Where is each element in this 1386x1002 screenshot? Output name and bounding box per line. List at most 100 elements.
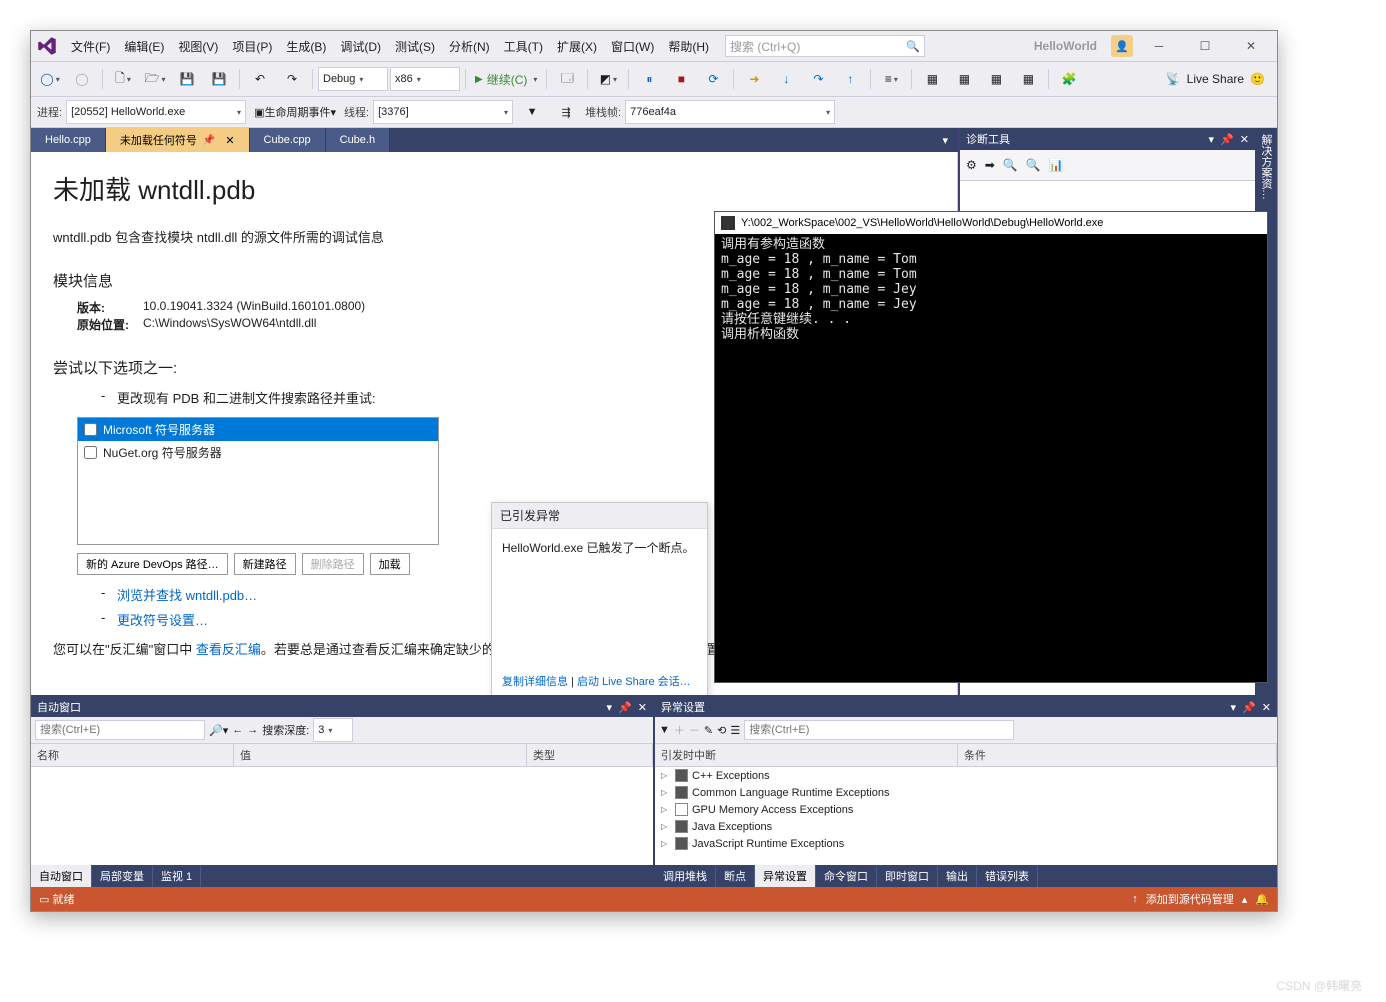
pin-icon[interactable]: 📌 bbox=[618, 701, 632, 714]
exception-category-row[interactable]: ▷JavaScript Runtime Exceptions bbox=[655, 835, 1277, 852]
step-over-button[interactable]: ↷ bbox=[803, 67, 833, 91]
step-out-button[interactable]: ↑ bbox=[835, 67, 865, 91]
search-depth-combo[interactable]: 3 bbox=[313, 718, 353, 742]
menu-project[interactable]: 项目(P) bbox=[226, 35, 278, 58]
notifications-icon[interactable]: 🔔 bbox=[1255, 893, 1269, 906]
copy-details-link[interactable]: 复制详细信息 bbox=[502, 676, 568, 688]
chart-icon[interactable]: 📊 bbox=[1049, 158, 1064, 172]
load-button[interactable]: 加载 bbox=[370, 553, 410, 575]
pin-icon[interactable]: 📌 bbox=[1242, 701, 1256, 714]
tool-button[interactable]: 🗔 bbox=[552, 67, 582, 91]
pause-button[interactable]: ⏸ bbox=[634, 67, 664, 91]
menu-test[interactable]: 测试(S) bbox=[389, 35, 441, 58]
nav-next-icon[interactable]: → bbox=[247, 724, 258, 736]
gear-icon[interactable]: ⚙ bbox=[966, 158, 977, 172]
list-icon[interactable]: ☰ bbox=[730, 724, 740, 737]
configuration-combo[interactable]: Debug bbox=[318, 67, 388, 91]
tab-error-list[interactable]: 错误列表 bbox=[977, 865, 1038, 887]
nav-prev-icon[interactable]: ← bbox=[232, 724, 243, 736]
tool-button[interactable]: ▦ bbox=[917, 67, 947, 91]
stop-button[interactable]: ■ bbox=[666, 67, 696, 91]
tab-exception-settings[interactable]: 异常设置 bbox=[755, 865, 816, 887]
close-icon[interactable]: ✕ bbox=[225, 134, 234, 147]
tab-immediate[interactable]: 即时窗口 bbox=[877, 865, 938, 887]
menu-debug[interactable]: 调试(D) bbox=[334, 35, 387, 58]
tool-button[interactable]: ▦ bbox=[981, 67, 1011, 91]
col-type[interactable]: 类型 bbox=[527, 744, 653, 766]
restore-icon[interactable]: ⟲ bbox=[717, 724, 726, 737]
checkbox[interactable] bbox=[84, 423, 97, 436]
tab-autos[interactable]: 自动窗口 bbox=[31, 865, 92, 887]
step-into-button[interactable]: ↓ bbox=[771, 67, 801, 91]
new-ado-path-button[interactable]: 新的 Azure DevOps 路径… bbox=[77, 553, 228, 575]
start-live-share-link[interactable]: 启动 Live Share 会话… bbox=[577, 676, 691, 688]
menu-extensions[interactable]: 扩展(X) bbox=[551, 35, 603, 58]
tab-command-window[interactable]: 命令窗口 bbox=[816, 865, 877, 887]
lifecycle-events-button[interactable]: ▣ 生命周期事件 ▾ bbox=[250, 100, 340, 124]
thread-combo[interactable]: [3376] bbox=[373, 100, 513, 124]
forward-button[interactable]: ◯ bbox=[67, 67, 97, 91]
zoom-in-icon[interactable]: 🔍 bbox=[1003, 158, 1018, 172]
arrow-icon[interactable]: ➡ bbox=[985, 158, 995, 172]
minimize-button[interactable]: ─ bbox=[1139, 31, 1179, 61]
save-button[interactable]: 💾 bbox=[172, 67, 202, 91]
tab-no-symbols[interactable]: 未加载任何符号📌✕ bbox=[106, 128, 250, 152]
tab-hello-cpp[interactable]: Hello.cpp bbox=[31, 128, 106, 152]
console-title-bar[interactable]: Y:\002_WorkSpace\002_VS\HelloWorld\Hello… bbox=[715, 212, 1267, 234]
tool-button[interactable]: 🧩 bbox=[1054, 67, 1084, 91]
exception-category-row[interactable]: ▷Common Language Runtime Exceptions bbox=[655, 784, 1277, 801]
edit-icon[interactable]: ✎ bbox=[704, 724, 713, 737]
menu-analyze[interactable]: 分析(N) bbox=[443, 35, 496, 58]
menu-tools[interactable]: 工具(T) bbox=[498, 35, 549, 58]
maximize-button[interactable]: ☐ bbox=[1185, 31, 1225, 61]
col-value[interactable]: 值 bbox=[234, 744, 527, 766]
dropdown-icon[interactable]: ▾ bbox=[1231, 701, 1237, 714]
menu-build[interactable]: 生成(B) bbox=[280, 35, 332, 58]
exception-category-row[interactable]: ▷GPU Memory Access Exceptions bbox=[655, 801, 1277, 818]
tab-cube-cpp[interactable]: Cube.cpp bbox=[250, 128, 326, 152]
new-item-button[interactable]: 🗋 bbox=[108, 67, 138, 91]
menu-file[interactable]: 文件(F) bbox=[65, 35, 116, 58]
source-control-button[interactable]: 添加到源代码管理 bbox=[1146, 891, 1234, 907]
filter-icon[interactable]: ▼ bbox=[517, 100, 547, 124]
back-button[interactable]: ◯ bbox=[35, 67, 65, 91]
close-icon[interactable]: ✕ bbox=[1240, 133, 1249, 146]
dropdown-icon[interactable]: ▾ bbox=[607, 701, 613, 714]
undo-button[interactable]: ↶ bbox=[245, 67, 275, 91]
tool-button[interactable]: ▦ bbox=[1013, 67, 1043, 91]
tool-button[interactable]: ◩ bbox=[593, 67, 623, 91]
save-all-button[interactable]: 💾 bbox=[204, 67, 234, 91]
feedback-icon[interactable]: 🙂 bbox=[1250, 72, 1265, 86]
redo-button[interactable]: ↷ bbox=[277, 67, 307, 91]
tab-output[interactable]: 输出 bbox=[938, 865, 977, 887]
user-avatar-icon[interactable]: 👤 bbox=[1111, 35, 1133, 57]
filter-icon[interactable]: ▼ bbox=[659, 724, 670, 736]
symbol-server-microsoft[interactable]: Microsoft 符号服务器 bbox=[78, 418, 438, 441]
menu-help[interactable]: 帮助(H) bbox=[662, 35, 715, 58]
menu-view[interactable]: 视图(V) bbox=[172, 35, 224, 58]
exception-search-input[interactable] bbox=[744, 720, 1014, 740]
browse-pdb-link[interactable]: 浏览并查找 wntdll.pdb… bbox=[117, 588, 257, 603]
symbol-server-nuget[interactable]: NuGet.org 符号服务器 bbox=[78, 441, 438, 464]
quick-launch-search[interactable]: 搜索 (Ctrl+Q) 🔍 bbox=[725, 35, 925, 57]
exception-category-row[interactable]: ▷C++ Exceptions bbox=[655, 767, 1277, 784]
tool-button[interactable]: ▦ bbox=[949, 67, 979, 91]
close-icon[interactable]: ✕ bbox=[1262, 701, 1271, 714]
stackframe-combo[interactable]: 776eaf4a bbox=[625, 100, 835, 124]
close-icon[interactable]: ✕ bbox=[638, 701, 647, 714]
search-icon[interactable]: 🔎▾ bbox=[209, 724, 228, 737]
close-button[interactable]: ✕ bbox=[1231, 31, 1271, 61]
chevron-up-icon[interactable]: ▴ bbox=[1242, 893, 1248, 906]
autos-search-input[interactable] bbox=[35, 720, 205, 740]
tab-watch1[interactable]: 监视 1 bbox=[153, 865, 201, 887]
restart-button[interactable]: ⟳ bbox=[698, 67, 728, 91]
console-window[interactable]: Y:\002_WorkSpace\002_VS\HelloWorld\Hello… bbox=[714, 211, 1268, 683]
change-symbol-settings-link[interactable]: 更改符号设置… bbox=[117, 613, 208, 628]
new-path-button[interactable]: 新建路径 bbox=[234, 553, 296, 575]
show-next-statement-button[interactable]: ➜ bbox=[739, 67, 769, 91]
zoom-out-icon[interactable]: 🔍 bbox=[1026, 158, 1041, 172]
continue-button[interactable]: 继续(C) bbox=[471, 67, 541, 91]
menu-window[interactable]: 窗口(W) bbox=[605, 35, 660, 58]
tool-button[interactable]: ≡ bbox=[876, 67, 906, 91]
col-break[interactable]: 引发时中断 bbox=[655, 744, 958, 766]
